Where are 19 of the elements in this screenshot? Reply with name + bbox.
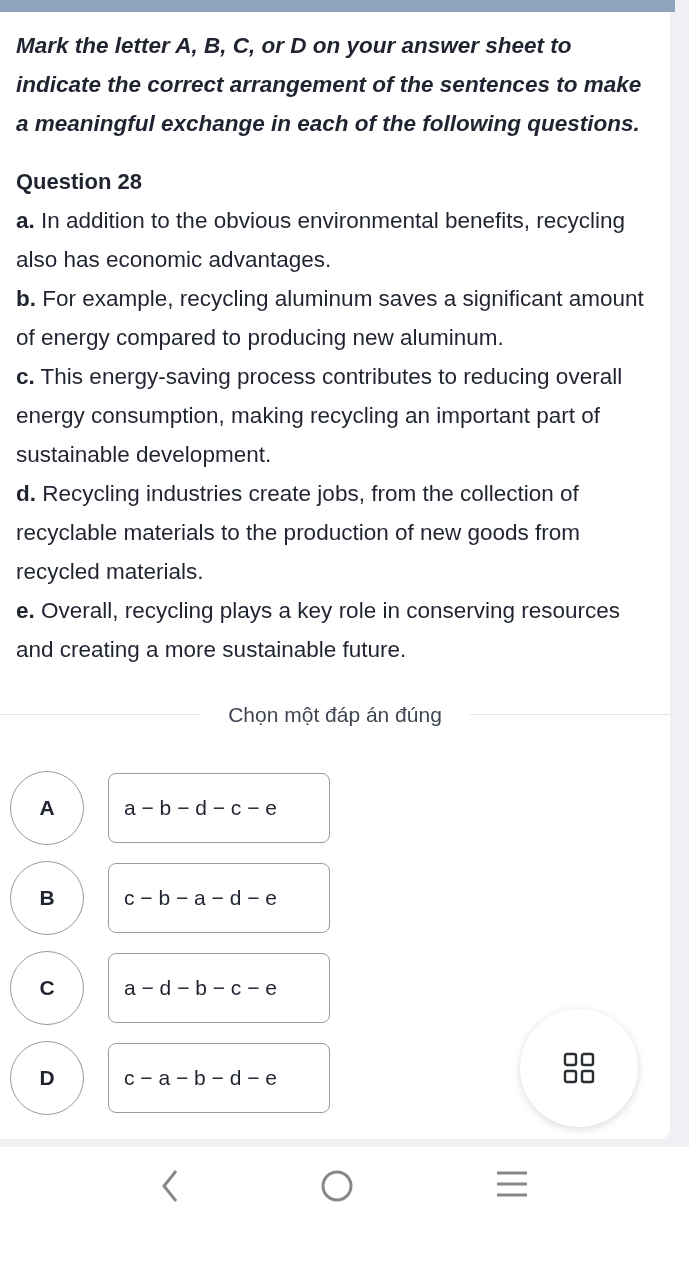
sentence-text: e. Overall, recycling plays a key role in conserving resources and creating a more sustainable future. — [16, 597, 621, 664]
grid-icon — [563, 1052, 595, 1084]
sentence-text: b. For example, recycling aluminum saves a significant amount of energy compared to producing new aluminum. — [16, 285, 645, 352]
answer-option-button[interactable]: c − a − b − d − e — [108, 1042, 330, 1113]
instruction-text: Mark the letter A, B, C, or D on your answer sheet to indicate the correct arrangement of the sentences to make a meaningful exchange in each of the following questions. — [16, 32, 643, 138]
home-icon — [320, 1168, 355, 1203]
option-letter-button[interactable]: A — [10, 770, 84, 845]
option-letter-button[interactable]: C — [10, 950, 84, 1025]
sentence-text: a. In addition to the obvious environmental benefits, recycling also has economic advantages. — [16, 207, 627, 274]
answer-option-button[interactable]: c − b − a − d − e — [108, 862, 330, 933]
option-letter-button[interactable]: B — [10, 860, 84, 935]
answer-option-button[interactable]: a − d − b − c − e — [108, 952, 330, 1023]
question-title: Question 28 — [16, 168, 143, 196]
option-letter-button[interactable]: D — [10, 1040, 84, 1115]
answer-option-button[interactable]: a − b − d − c − e — [108, 772, 330, 843]
sentence-text: c. This energy-saving process contributes to reducing overall energy consumption, making recycling an important part of sustainable development. — [16, 363, 624, 469]
home-button[interactable] — [320, 1168, 355, 1203]
prompt-text: Chọn một đáp án đúng — [227, 702, 443, 728]
sentence-text: d. Recycling industries create jobs, from the collection of recyclable materials to the production of new goods from recycled materials. — [16, 480, 582, 586]
